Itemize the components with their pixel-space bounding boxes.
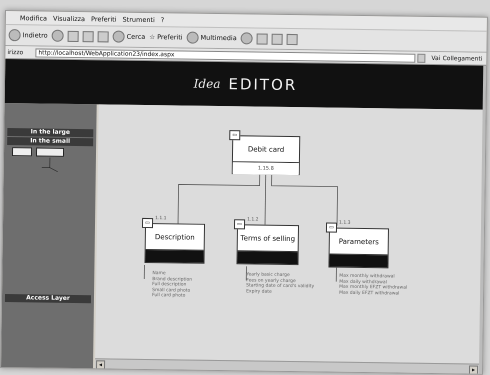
card-icon: ▭ — [233, 219, 246, 230]
multimedia-button[interactable]: Multimedia — [186, 31, 237, 45]
search-button[interactable]: Cerca — [112, 30, 146, 43]
scroll-right-icon[interactable]: ▸ — [468, 365, 479, 375]
description-attributes: Name Brand description Full description … — [152, 271, 192, 300]
mail-icon[interactable] — [256, 33, 268, 45]
editor-logo: Idea — [193, 76, 221, 92]
node-id: 1.1.2 — [247, 217, 259, 223]
node-id: 1.15.8 — [232, 162, 299, 176]
multimedia-icon — [186, 31, 199, 44]
sidebar: In the large In the small Access Layer — [0, 103, 97, 371]
node-id: 1.1.3 — [339, 220, 351, 226]
node-title: Description — [145, 223, 205, 251]
go-button[interactable]: Vai — [431, 54, 440, 61]
refresh-icon[interactable] — [82, 30, 94, 42]
node-title: Debit card — [232, 136, 300, 164]
history-icon[interactable] — [240, 32, 253, 45]
attribute-item: Full card photo — [151, 293, 186, 299]
parameters-attributes: Max monthly withdrawal Max daily withdra… — [339, 274, 407, 297]
menu-preferiti[interactable]: Preferiti — [91, 15, 117, 23]
favorites-label: Preferiti — [157, 33, 183, 42]
node-parameters[interactable]: ▭ 1.1.3 Parameters — [325, 221, 389, 269]
back-label: Indietro — [22, 31, 48, 40]
browser-window: Modifica Visualizza Preferiti Strumenti … — [0, 10, 488, 375]
search-label: Cerca — [126, 32, 146, 41]
multimedia-label: Multimedia — [200, 33, 237, 43]
edit-icon[interactable] — [286, 33, 298, 45]
node-title: Parameters — [329, 228, 388, 256]
diagram-thumbnail[interactable] — [11, 147, 82, 184]
card-icon: ▭ — [229, 130, 241, 141]
menu-strumenti[interactable]: Strumenti — [122, 15, 154, 23]
forward-arrow-icon[interactable] — [51, 29, 64, 42]
back-arrow-icon — [8, 29, 21, 42]
in-the-small-button[interactable]: In the small — [7, 137, 94, 147]
node-debit-card[interactable]: ▭ Debit card 1.15.8 — [229, 130, 301, 176]
terms-attributes: Yearly basic charge Fees on yearly charg… — [246, 272, 314, 295]
address-label: irizzo — [7, 48, 24, 56]
home-icon[interactable] — [97, 30, 109, 42]
favorites-button[interactable]: ☆ Preferiti — [149, 33, 182, 41]
menu-visualizza[interactable]: Visualizza — [53, 14, 85, 22]
links-label[interactable]: Collegamenti — [443, 55, 487, 63]
node-footer — [329, 254, 388, 268]
thumb-connectors — [41, 157, 58, 173]
card-icon: ▭ — [325, 222, 338, 233]
node-id: 1.1.1 — [155, 216, 167, 222]
card-icon: ▭ — [141, 217, 154, 229]
editor-title: EDITOR — [228, 75, 298, 95]
scroll-left-icon[interactable]: ◂ — [95, 360, 106, 370]
address-dropdown-icon[interactable] — [417, 53, 426, 63]
node-footer — [237, 251, 298, 265]
attribute-item: Expiry date — [246, 289, 272, 295]
stop-icon[interactable] — [67, 30, 79, 42]
menu-modifica[interactable]: Modifica — [20, 14, 47, 22]
attribute-item: Max daily EFZT withdrawal — [339, 290, 400, 297]
print-icon[interactable] — [271, 33, 283, 45]
diagram-canvas[interactable]: ▭ Debit card 1.15.8 ▭ 1.1.1 Description … — [95, 104, 483, 364]
node-description[interactable]: ▭ 1.1.1 Description — [141, 216, 206, 264]
access-layer-button[interactable]: Access Layer — [4, 294, 92, 304]
menu-help[interactable]: ? — [161, 16, 165, 24]
in-the-large-button[interactable]: In the large — [7, 128, 94, 138]
node-terms-of-selling[interactable]: ▭ 1.1.2 Terms of selling — [233, 217, 300, 266]
favorites-star-icon: ☆ — [149, 33, 156, 42]
search-icon — [112, 30, 125, 43]
node-title: Terms of selling — [237, 225, 299, 253]
back-button[interactable]: Indietro — [8, 29, 48, 42]
editor-header: Idea EDITOR — [4, 59, 487, 110]
node-footer — [145, 249, 204, 263]
